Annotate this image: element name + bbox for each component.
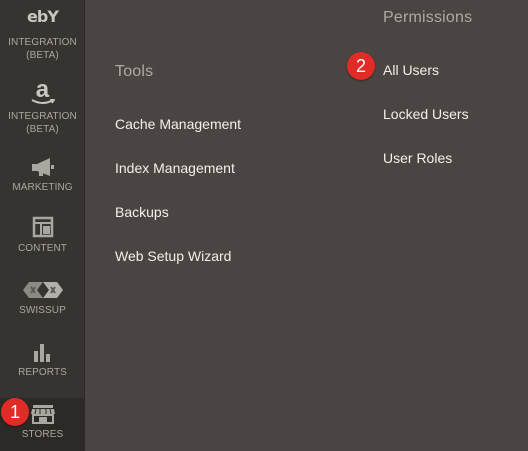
- link-backups[interactable]: Backups: [115, 204, 169, 220]
- link-cache-management[interactable]: Cache Management: [115, 116, 241, 132]
- tools-heading: Tools: [115, 63, 154, 80]
- step-badge-1: 1: [1, 398, 29, 426]
- admin-sidebar: ebY INTEGRATION (BETA) a INTEGRATION (BE…: [0, 0, 85, 451]
- nav-stores-label: STORES: [21, 429, 64, 440]
- link-user-roles[interactable]: User Roles: [383, 150, 452, 166]
- permissions-heading: Permissions: [383, 9, 473, 26]
- link-all-users[interactable]: All Users: [383, 62, 439, 78]
- link-index-management[interactable]: Index Management: [115, 160, 235, 176]
- step-badge-2: 2: [347, 52, 375, 80]
- nav-amazon-label: INTEGRATION (BETA): [8, 111, 77, 135]
- nav-reports[interactable]: REPORTS: [0, 342, 85, 379]
- store-icon: [30, 404, 56, 424]
- nav-amazon-integration[interactable]: a INTEGRATION (BETA): [0, 78, 85, 136]
- nav-swissup-label: SWISSUP: [19, 305, 66, 316]
- stores-submenu-panel: Tools Cache Management Index Management …: [85, 0, 528, 451]
- bar-chart-icon: [32, 342, 54, 362]
- link-web-setup-wizard[interactable]: Web Setup Wizard: [115, 248, 231, 264]
- nav-ebay-integration[interactable]: ebY INTEGRATION (BETA): [0, 6, 85, 62]
- swissup-logo-icon: [21, 280, 65, 300]
- nav-ebay-label: INTEGRATION (BETA): [8, 37, 77, 61]
- link-locked-users[interactable]: Locked Users: [383, 106, 469, 122]
- nav-marketing-label: MARKETING: [12, 182, 73, 193]
- nav-content-label: CONTENT: [17, 243, 68, 254]
- nav-reports-label: REPORTS: [18, 367, 67, 378]
- megaphone-icon: [30, 157, 56, 177]
- ebay-logo-icon: ebY: [27, 7, 59, 26]
- amazon-logo-icon: a: [28, 78, 58, 106]
- nav-marketing[interactable]: MARKETING: [0, 157, 85, 194]
- nav-content[interactable]: CONTENT: [0, 216, 85, 255]
- layout-icon: [32, 216, 54, 238]
- nav-swissup[interactable]: SWISSUP: [0, 280, 85, 317]
